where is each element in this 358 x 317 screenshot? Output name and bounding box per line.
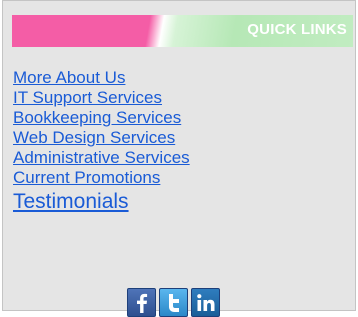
linkedin-button[interactable] — [191, 288, 220, 317]
header-title: QUICK LINKS — [247, 21, 347, 38]
list-item: More About Us — [13, 68, 190, 88]
list-item: Web Design Services — [13, 128, 190, 148]
link-current-promotions[interactable]: Current Promotions — [13, 168, 160, 187]
link-more-about-us[interactable]: More About Us — [13, 68, 125, 87]
list-item: Current Promotions — [13, 168, 190, 188]
quick-links-list: More About Us IT Support Services Bookke… — [13, 68, 190, 216]
list-item: Testimonials — [13, 188, 190, 216]
link-testimonials[interactable]: Testimonials — [13, 190, 129, 213]
link-web-design-services[interactable]: Web Design Services — [13, 128, 175, 147]
list-item: Bookkeeping Services — [13, 108, 190, 128]
quick-links-header: QUICK LINKS — [12, 15, 353, 47]
facebook-button[interactable] — [127, 288, 156, 317]
twitter-button[interactable] — [159, 288, 188, 317]
social-links — [127, 288, 220, 317]
quick-links-panel: QUICK LINKS More About Us IT Support Ser… — [2, 0, 356, 317]
link-bookkeeping-services[interactable]: Bookkeeping Services — [13, 108, 181, 127]
list-item: IT Support Services — [13, 88, 190, 108]
list-item: Administrative Services — [13, 148, 190, 168]
link-administrative-services[interactable]: Administrative Services — [13, 148, 190, 167]
link-it-support-services[interactable]: IT Support Services — [13, 88, 162, 107]
